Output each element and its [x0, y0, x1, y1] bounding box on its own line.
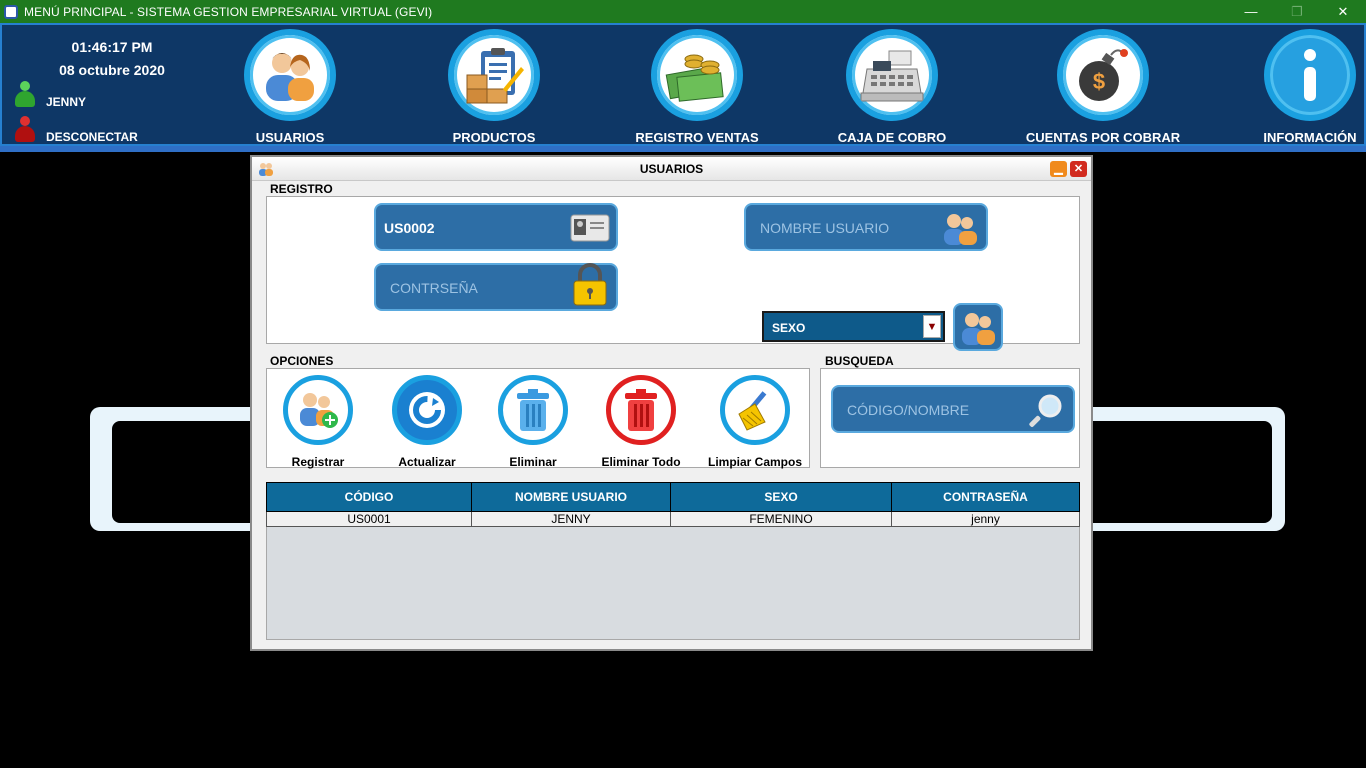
sexo-select[interactable]: SEXO ▼	[762, 311, 945, 342]
add-user-icon	[283, 375, 353, 445]
search-input[interactable]: CÓDIGO/NOMBRE	[831, 385, 1075, 433]
dialog-close-button[interactable]: ✕	[1070, 161, 1087, 177]
couple-icon	[962, 313, 995, 345]
nav-registro-ventas-label: REGISTRO VENTAS	[635, 130, 759, 145]
sexo-button[interactable]	[953, 303, 1003, 351]
header-divider	[0, 146, 1366, 152]
sexo-selected-value: SEXO	[772, 321, 806, 335]
dialog-title: USUARIOS	[639, 162, 704, 176]
nav-informacion-button[interactable]: INFORMACIÓN	[1220, 29, 1366, 145]
actualizar-label: Actualizar	[398, 455, 456, 469]
registrar-label: Registrar	[291, 455, 345, 469]
svg-text:$: $	[1093, 69, 1105, 94]
registro-group: US0002 NOMBRE USUARIO CONTRSEÑA SEXO ▼	[266, 196, 1080, 351]
nombre-usuario-field[interactable]: NOMBRE USUARIO	[744, 203, 988, 251]
window-title: MENÚ PRINCIPAL - SISTEMA GESTION EMPRESA…	[24, 4, 433, 19]
magnifier-icon	[1027, 393, 1067, 427]
search-placeholder: CÓDIGO/NOMBRE	[847, 402, 970, 418]
chevron-down-icon[interactable]: ▼	[923, 315, 941, 338]
actualizar-button[interactable]: Actualizar	[372, 375, 482, 469]
limpiar-campos-button[interactable]: Limpiar Campos	[700, 375, 810, 469]
cash-register-icon	[846, 29, 938, 121]
cell-nombre[interactable]: JENNY	[471, 511, 671, 527]
disconnect-icon[interactable]	[14, 116, 36, 142]
nombre-usuario-placeholder: NOMBRE USUARIO	[760, 220, 890, 236]
id-card-icon	[570, 211, 610, 245]
col-contrasena[interactable]: CONTRASEÑA	[891, 482, 1080, 512]
disconnect-button[interactable]: DESCONECTAR	[46, 130, 138, 144]
eliminar-button[interactable]: Eliminar	[478, 375, 588, 469]
busqueda-group: CÓDIGO/NOMBRE	[820, 368, 1080, 468]
nav-usuarios-label: USUARIOS	[255, 130, 325, 145]
cell-sexo[interactable]: FEMENINO	[670, 511, 892, 527]
maximize-button[interactable]: ❐	[1274, 0, 1320, 23]
nav-informacion-label: INFORMACIÓN	[1263, 130, 1357, 145]
broom-icon	[720, 375, 790, 445]
nav-productos-button[interactable]: PRODUCTOS	[404, 29, 584, 145]
nav-cuentas-cobrar-label: CUENTAS POR COBRAR	[1025, 130, 1181, 145]
busqueda-label: BUSQUEDA	[825, 354, 894, 368]
nav-usuarios-button[interactable]: USUARIOS	[200, 29, 380, 145]
codigo-value: US0002	[384, 220, 435, 236]
close-window-button[interactable]: ✕	[1320, 0, 1366, 23]
contrasena-placeholder: CONTRSEÑA	[390, 280, 478, 296]
nav-registro-ventas-button[interactable]: REGISTRO VENTAS	[607, 29, 787, 145]
limpiar-campos-label: Limpiar Campos	[707, 455, 803, 469]
nav-caja-cobro-label: CAJA DE COBRO	[837, 130, 947, 145]
padlock-icon	[570, 263, 610, 306]
table-row[interactable]: US0001 JENNY FEMENINO jenny	[266, 511, 1080, 527]
window-titlebar: MENÚ PRINCIPAL - SISTEMA GESTION EMPRESA…	[0, 0, 1366, 23]
users-icon	[244, 29, 336, 121]
users-field-icon	[940, 211, 980, 245]
user-icon	[14, 81, 36, 107]
users-table: CÓDIGO NOMBRE USUARIO SEXO CONTRASEÑA US…	[266, 482, 1080, 527]
usuarios-dialog: USUARIOS ▁ ✕ REGISTRO US0002 NOMBRE USUA…	[250, 155, 1093, 651]
registro-label: REGISTRO	[270, 182, 333, 196]
bomb-dollar-icon: $	[1057, 29, 1149, 121]
contrasena-field[interactable]: CONTRSEÑA	[374, 263, 618, 311]
cell-codigo[interactable]: US0001	[266, 511, 472, 527]
col-codigo[interactable]: CÓDIGO	[266, 482, 472, 512]
col-sexo[interactable]: SEXO	[670, 482, 892, 512]
clock-time: 01:46:17 PM	[71, 39, 153, 55]
main-toolbar: 01:46:17 PM 08 octubre 2020 JENNY DESCON…	[0, 23, 1366, 146]
registrar-button[interactable]: Registrar	[263, 375, 373, 469]
money-coins-icon	[651, 29, 743, 121]
minimize-button[interactable]: —	[1228, 0, 1274, 23]
refresh-icon	[392, 375, 462, 445]
codigo-field[interactable]: US0002	[374, 203, 618, 251]
nav-cuentas-cobrar-button[interactable]: $ CUENTAS POR COBRAR	[1013, 29, 1193, 145]
eliminar-label: Eliminar	[509, 455, 557, 469]
dialog-titlebar: USUARIOS ▁ ✕	[252, 157, 1091, 181]
eliminar-todo-label: Eliminar Todo	[601, 455, 681, 469]
products-clipboard-icon	[448, 29, 540, 121]
nav-productos-label: PRODUCTOS	[452, 130, 536, 145]
current-date: 08 octubre 2020	[59, 62, 165, 78]
logged-user-name: JENNY	[46, 95, 87, 109]
dialog-minimize-button[interactable]: ▁	[1050, 161, 1067, 177]
app-icon	[4, 4, 18, 19]
trash-red-icon	[606, 375, 676, 445]
eliminar-todo-button[interactable]: Eliminar Todo	[586, 375, 696, 469]
col-nombre-usuario[interactable]: NOMBRE USUARIO	[471, 482, 671, 512]
nav-caja-cobro-button[interactable]: CAJA DE COBRO	[802, 29, 982, 145]
info-icon	[1264, 29, 1356, 121]
trash-icon	[498, 375, 568, 445]
users-small-icon	[259, 163, 273, 176]
cell-contrasena[interactable]: jenny	[891, 511, 1080, 527]
opciones-label: OPCIONES	[270, 354, 334, 368]
